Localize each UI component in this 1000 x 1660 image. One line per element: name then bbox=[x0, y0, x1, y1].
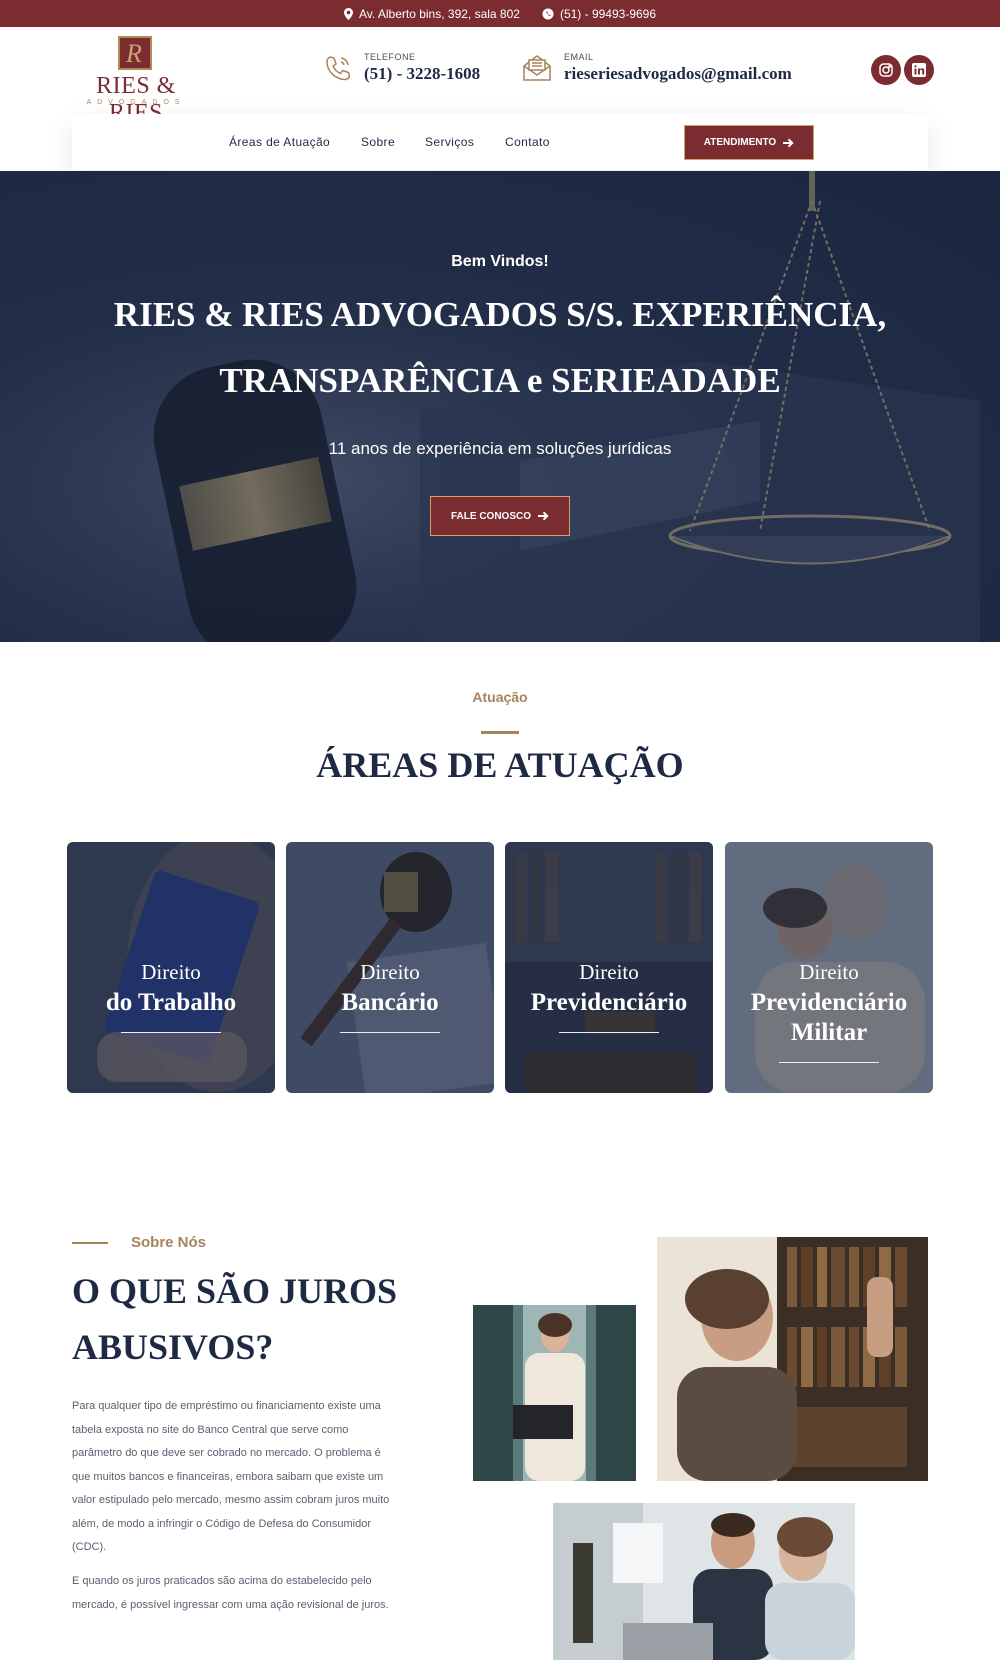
about-paragraph-1: Para qualquer tipo de empréstimo ou fina… bbox=[72, 1400, 390, 1553]
photo-image bbox=[553, 1503, 855, 1660]
whatsapp-number[interactable]: (51) - 99493-9696 bbox=[560, 7, 656, 21]
atendimento-label: ATENDIMENTO bbox=[703, 137, 777, 148]
area-card-underline bbox=[779, 1062, 879, 1063]
email-value[interactable]: rieseriesadvogados@gmail.com bbox=[564, 64, 792, 84]
top-bar: Av. Alberto bins, 392, sala 802 (51) - 9… bbox=[0, 0, 1000, 27]
phone-contact[interactable]: TELEFONE (51) - 3228-1608 bbox=[324, 52, 480, 84]
email-label: EMAIL bbox=[564, 52, 594, 62]
phone-value[interactable]: (51) - 3228-1608 bbox=[364, 64, 480, 84]
whatsapp-icon bbox=[542, 8, 554, 19]
address-text: Av. Alberto bins, 392, sala 802 bbox=[358, 6, 520, 21]
area-card-bancario[interactable]: Direito Bancário bbox=[286, 842, 494, 1093]
area-card-trabalho[interactable]: Direito do Trabalho bbox=[67, 842, 275, 1093]
area-card-line2: Previdenciário Militar bbox=[750, 989, 908, 1046]
photo-image bbox=[473, 1305, 636, 1481]
linkedin-button[interactable] bbox=[904, 55, 934, 85]
hero-welcome: Bem Vindos! bbox=[451, 253, 549, 270]
phone-label: TELEFONE bbox=[364, 52, 416, 62]
area-card-underline bbox=[340, 1032, 440, 1033]
atendimento-button[interactable]: ATENDIMENTO bbox=[684, 125, 814, 160]
area-card-line1: Direito bbox=[799, 960, 859, 984]
envelope-icon bbox=[523, 55, 551, 81]
areas-eyebrow: Atuação bbox=[472, 689, 528, 705]
hero-subtitle: 11 anos de experiência em soluções juríd… bbox=[328, 439, 672, 458]
area-card-line1: Direito bbox=[360, 960, 420, 984]
nav-item-areas[interactable]: Áreas de Atuação bbox=[229, 135, 330, 149]
fale-conosco-button[interactable]: FALE CONOSCO bbox=[430, 496, 570, 536]
area-card-line2: do Trabalho bbox=[105, 989, 237, 1016]
area-card-previdenciario[interactable]: Direito Previdenciário bbox=[505, 842, 713, 1093]
address-info: Av. Alberto bins, 392, sala 802 bbox=[343, 6, 520, 21]
linkedin-icon bbox=[912, 63, 926, 77]
instagram-button[interactable] bbox=[871, 55, 901, 85]
hero-section: Bem Vindos! RIES & RIES ADVOGADOS S/S. E… bbox=[0, 171, 1000, 642]
about-eyebrow: Sobre Nós bbox=[131, 1234, 207, 1251]
photo-team-meeting bbox=[553, 1503, 855, 1660]
fale-conosco-label: FALE CONOSCO bbox=[450, 510, 531, 522]
main-nav: Áreas de Atuação Sobre Serviços Contato … bbox=[72, 114, 928, 170]
area-card-previdenciario-militar[interactable]: Direito Previdenciário Militar bbox=[725, 842, 933, 1093]
about-title: O QUE SÃO JUROS ABUSIVOS? bbox=[72, 1263, 397, 1375]
area-card-underline bbox=[559, 1032, 659, 1033]
area-card-line1: Direito bbox=[141, 960, 201, 984]
about-paragraph-2: E quando os juros praticados são acima d… bbox=[72, 1575, 389, 1611]
about-title-line2: ABUSIVOS? bbox=[72, 1327, 274, 1367]
nav-item-contato[interactable]: Contato bbox=[505, 135, 550, 149]
area-card-line2: Previdenciário bbox=[530, 989, 688, 1016]
arrow-right-icon bbox=[538, 511, 549, 521]
map-pin-icon bbox=[343, 7, 353, 20]
phone-icon bbox=[326, 56, 351, 81]
photo-image bbox=[657, 1237, 928, 1481]
logo-mark: R bbox=[118, 36, 152, 70]
photo-woman-library bbox=[657, 1237, 928, 1481]
about-divider bbox=[72, 1242, 108, 1244]
areas-divider bbox=[481, 731, 519, 734]
nav-item-sobre[interactable]: Sobre bbox=[361, 135, 395, 149]
hero-title: RIES & RIES ADVOGADOS S/S. EXPERIÊNCIA, … bbox=[113, 295, 887, 400]
logo-tagline: ADVOGADOS bbox=[86, 99, 186, 106]
areas-title: ÁREAS DE ATUAÇÃO bbox=[316, 745, 684, 785]
nav-item-servicos[interactable]: Serviços bbox=[425, 135, 474, 149]
arrow-right-icon bbox=[783, 138, 794, 147]
whatsapp-info[interactable]: (51) - 99493-9696 bbox=[542, 7, 656, 21]
logo[interactable]: R RIES & RIES ADVOGADOS bbox=[74, 36, 198, 126]
area-card-underline bbox=[121, 1032, 221, 1033]
instagram-icon bbox=[879, 63, 893, 77]
area-card-line2: Bancário bbox=[341, 989, 439, 1016]
photo-woman-folders bbox=[473, 1305, 636, 1481]
about-title-line1: O QUE SÃO JUROS bbox=[72, 1271, 398, 1311]
email-contact[interactable]: EMAIL rieseriesadvogados@gmail.com bbox=[522, 52, 792, 84]
area-card-line1: Direito bbox=[579, 960, 639, 984]
